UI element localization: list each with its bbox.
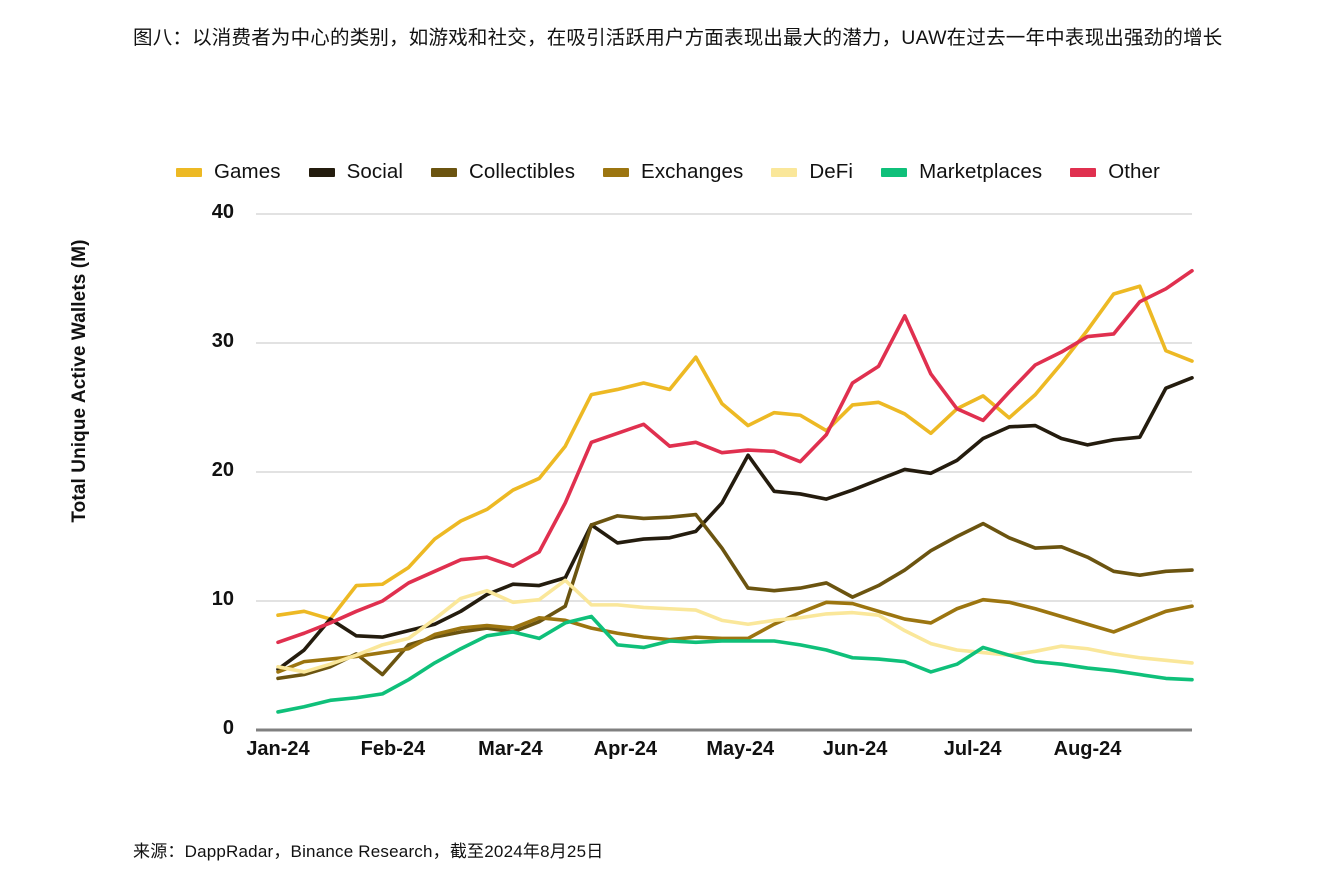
y-axis-tick-label: 30 xyxy=(211,330,234,352)
y-axis-tick-label: 40 xyxy=(211,201,234,223)
legend-swatch-icon xyxy=(771,167,798,177)
legend-label: Games xyxy=(214,160,281,183)
legend-swatch-icon xyxy=(308,167,335,177)
legend-swatch-icon xyxy=(1070,167,1097,177)
legend-item-exchanges[interactable]: Exchanges xyxy=(603,160,743,184)
x-axis-tick-label: Apr-24 xyxy=(593,738,657,760)
y-axis-tick-label: 10 xyxy=(211,588,234,610)
chart-plot-area: Total Unique Active Wallets (M) 0 10 20 30 4… xyxy=(0,0,1328,878)
legend-label: Collectibles xyxy=(469,160,576,183)
y-axis-tick-label: 20 xyxy=(211,459,234,481)
legend-swatch-icon xyxy=(603,167,630,177)
legend-item-defi[interactable]: DeFi xyxy=(771,160,853,184)
legend-label: DeFi xyxy=(809,160,854,183)
legend-label: Exchanges xyxy=(641,160,744,183)
legend-item-marketplaces[interactable]: Marketplaces xyxy=(881,160,1042,184)
series-line-social xyxy=(276,376,1194,672)
figure-container: 图八：以消费者为中心的类别，如游戏和社交，在吸引活跃用户方面表现出最大的潜力，U… xyxy=(0,0,1328,878)
series-line-games xyxy=(276,284,1194,621)
legend-item-collectibles[interactable]: Collectibles xyxy=(431,160,575,184)
x-axis-tick-label: Aug-24 xyxy=(1053,738,1122,760)
y-axis-label: Total Unique Active Wallets (M) xyxy=(69,239,90,523)
x-axis-tick-label: Feb-24 xyxy=(360,738,426,760)
legend-swatch-icon xyxy=(881,167,908,177)
x-axis-tick-label: Jun-24 xyxy=(822,738,888,760)
legend-item-other[interactable]: Other xyxy=(1070,160,1160,184)
series-line-defi xyxy=(276,578,1194,674)
legend-item-social[interactable]: Social xyxy=(308,160,404,184)
x-axis-tick-label: Mar-24 xyxy=(478,738,543,760)
legend-item-games[interactable]: Games xyxy=(176,160,281,184)
legend-swatch-icon xyxy=(431,167,458,177)
legend-swatch-icon xyxy=(176,167,202,177)
figure-title: 图八：以消费者为中心的类别，如游戏和社交，在吸引活跃用户方面表现出最大的潜力，U… xyxy=(133,27,1223,49)
x-axis-tick-label: May-24 xyxy=(706,738,775,760)
series-line-collectibles xyxy=(276,512,1194,681)
legend-label: Social xyxy=(346,160,404,183)
line-chart-svg xyxy=(256,213,1194,732)
legend-label: Other xyxy=(1108,160,1160,183)
legend-label: Marketplaces xyxy=(919,160,1043,183)
figure-source: 来源：DappRadar，Binance Research，截至2024年8月2… xyxy=(133,842,604,861)
series-line-other xyxy=(276,268,1194,645)
x-axis-tick-label: Jul-24 xyxy=(943,738,1002,760)
x-axis-tick-label: Jan-24 xyxy=(246,738,310,760)
series-line-exchanges xyxy=(276,597,1194,674)
chart-legend: Games Social Collectibles Exchanges DeFi Mark… xyxy=(176,158,1206,186)
y-axis-tick-label: 0 xyxy=(222,717,234,739)
series-line-marketplaces xyxy=(276,614,1194,714)
